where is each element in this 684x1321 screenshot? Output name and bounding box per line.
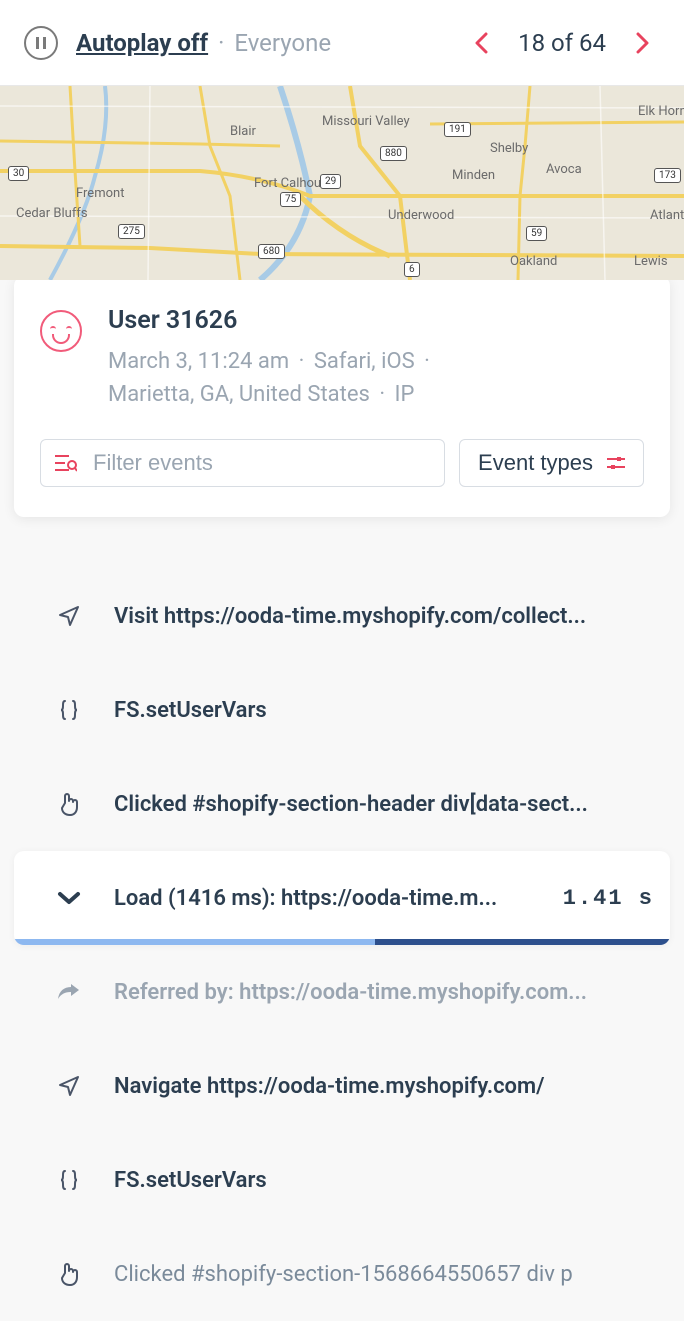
filter-icon — [55, 454, 77, 472]
map-city-label: Underwood — [388, 208, 454, 223]
event-row[interactable]: Visit https://ooda-time.myshopify.com/co… — [0, 569, 684, 663]
map-route-shield: 275 — [118, 224, 145, 239]
navigate-icon — [56, 1073, 82, 1099]
event-row[interactable]: FS.setUserVars — [0, 663, 684, 757]
map-city-label: Fort Calhoun — [254, 176, 328, 191]
event-text: FS.setUserVars — [114, 698, 654, 723]
map-route-shield: 173 — [654, 168, 681, 183]
event-row[interactable]: Load (1416 ms): https://ooda-time.m... 1.… — [14, 851, 670, 945]
map-route-shield: 75 — [280, 192, 301, 207]
event-text: Clicked #shopify-section-1568664550657 d… — [114, 1262, 654, 1287]
event-types-button[interactable]: Event types — [459, 439, 644, 487]
event-text: FS.setUserVars — [114, 1168, 654, 1193]
events-list: Visit https://ooda-time.myshopify.com/co… — [0, 569, 684, 1321]
event-text: Navigate https://ooda-time.myshopify.com… — [114, 1074, 654, 1099]
filter-input-wrap[interactable] — [40, 439, 445, 487]
event-text: Visit https://ooda-time.myshopify.com/co… — [114, 604, 654, 629]
user-ip-link[interactable]: IP — [395, 382, 415, 407]
map-route-shield: 880 — [380, 146, 407, 161]
prev-arrow-icon[interactable] — [464, 32, 498, 54]
event-text: Clicked #shopify-section-header div[data… — [114, 792, 654, 817]
user-name[interactable]: User 31626 — [108, 306, 434, 335]
page-counter: 18 of 64 — [518, 29, 606, 57]
user-browser: Safari, iOS — [314, 349, 415, 374]
next-arrow-icon[interactable] — [626, 32, 660, 54]
map-area[interactable]: Blair Missouri Valley Elk Horn Shelby Avoca M… — [0, 86, 684, 280]
user-location: Marietta, GA, United States — [108, 382, 370, 407]
map-city-label: Blair — [230, 124, 256, 139]
map-route-shield: 191 — [444, 122, 471, 137]
event-text: Referred by: https://ooda-time.myshopify… — [114, 980, 654, 1005]
map-route-shield: 6 — [404, 262, 420, 277]
event-row[interactable]: Clicked #shopify-section-1568664550657 d… — [0, 1227, 684, 1321]
map-city-label: Cedar Bluffs — [16, 206, 88, 221]
click-icon — [56, 791, 82, 817]
user-meta: March 3, 11:24 am · Safari, iOS · Mariet… — [108, 345, 434, 411]
filter-events-input[interactable] — [93, 450, 430, 476]
code-icon — [56, 1167, 82, 1193]
separator: · — [218, 29, 224, 57]
scope-label: Everyone — [234, 29, 331, 57]
map-city-label: Fremont — [76, 186, 124, 201]
event-text: Load (1416 ms): https://ooda-time.m... — [114, 886, 531, 911]
map-route-shield: 29 — [320, 174, 341, 189]
map-city-label: Minden — [452, 168, 495, 183]
event-row[interactable]: Navigate https://ooda-time.myshopify.com… — [0, 1039, 684, 1133]
map-route-shield: 30 — [8, 166, 29, 181]
chevron-icon — [56, 885, 82, 911]
map-city-label: Elk Horn — [638, 104, 684, 119]
map-city-label: Shelby — [490, 141, 528, 156]
event-row[interactable]: Referred by: https://ooda-time.myshopify… — [0, 945, 684, 1039]
share-icon — [56, 979, 82, 1005]
event-row[interactable]: Clicked #shopify-section-header div[data… — [0, 757, 684, 851]
user-card: User 31626 March 3, 11:24 am · Safari, i… — [14, 276, 670, 517]
event-row[interactable]: FS.setUserVars — [0, 1133, 684, 1227]
map-route-shield: 59 — [526, 226, 547, 241]
map-city-label: Oakland — [510, 254, 557, 269]
user-timestamp: March 3, 11:24 am — [108, 349, 289, 374]
avatar — [40, 310, 82, 352]
navigate-icon — [56, 603, 82, 629]
event-duration: 1.41 s — [563, 886, 654, 911]
event-types-label: Event types — [478, 450, 593, 476]
header-bar: Autoplay off · Everyone 18 of 64 — [0, 0, 684, 86]
map-city-label: Avoca — [546, 162, 582, 177]
sliders-icon — [607, 456, 625, 470]
map-city-label: Missouri Valley — [322, 114, 410, 129]
pause-icon[interactable] — [24, 26, 58, 60]
click-icon — [56, 1261, 82, 1287]
map-route-shield: 680 — [258, 244, 285, 259]
autoplay-toggle[interactable]: Autoplay off — [76, 29, 208, 57]
map-city-label: Lewis — [634, 254, 668, 269]
load-progress-bar — [14, 939, 670, 945]
map-city-label: Atlanti — [650, 208, 684, 223]
code-icon — [56, 697, 82, 723]
